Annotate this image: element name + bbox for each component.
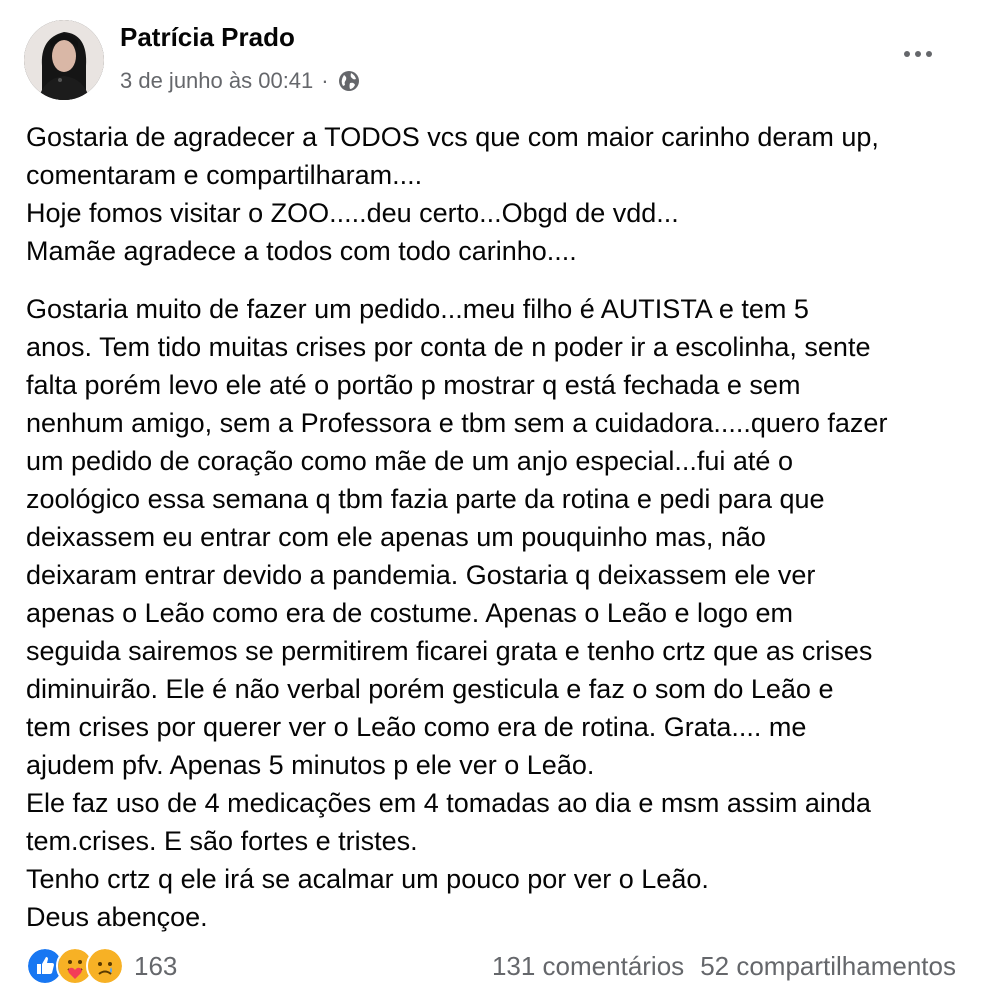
text-line: Tenho crtz q ele irá se acalmar um pouco… [26, 864, 709, 894]
text-line: Mamãe agradece a todos com todo carinho.… [26, 236, 577, 266]
post-text: Gostaria de agradecer a TODOS vcs que co… [26, 118, 966, 936]
text-line: apenas o Leão como era de costume. Apena… [26, 598, 794, 628]
text-line: falta porém levo ele até o portão p most… [26, 370, 801, 400]
text-line: zoológico essa semana q tbm fazia parte … [26, 484, 825, 514]
text-line: tem crises por querer ver o Leão como er… [26, 712, 807, 742]
shares-count-link[interactable]: 52 compartilhamentos [700, 951, 956, 982]
text-line: Gostaria muito de fazer um pedido...meu … [26, 294, 809, 324]
avatar[interactable] [24, 20, 104, 100]
more-dot [904, 51, 910, 57]
post-paragraph: Gostaria muito de fazer um pedido...meu … [26, 290, 966, 936]
text-line: Gostaria de agradecer a TODOS vcs que co… [26, 122, 879, 152]
reactions-summary[interactable]: 163 [26, 947, 177, 985]
post-timestamp[interactable]: 3 de junho às 00:41 [120, 68, 313, 94]
text-line: seguida sairemos se permitirem ficarei g… [26, 636, 873, 666]
text-line: comentaram e compartilharam.... [26, 160, 423, 190]
post-paragraph: Gostaria de agradecer a TODOS vcs que co… [26, 118, 966, 270]
reaction-count: 163 [134, 950, 178, 981]
text-line: deixassem eu entrar com ele apenas um po… [26, 522, 766, 552]
text-line: Hoje fomos visitar o ZOO.....deu certo..… [26, 198, 679, 228]
text-line: um pedido de coração como mãe de um anjo… [26, 446, 793, 476]
text-line: tem.crises. E são fortes e tristes. [26, 826, 418, 856]
globe-icon[interactable] [337, 69, 361, 93]
meta-separator: · [321, 68, 329, 93]
text-line: deixaram entrar devido a pandemia. Gosta… [26, 560, 816, 590]
more-dot [915, 51, 921, 57]
text-line: diminuirão. Ele é não verbal porém gesti… [26, 674, 834, 704]
text-line: Deus abençoe. [26, 902, 208, 932]
text-line: ajudem pfv. Apenas 5 minutos p ele ver o… [26, 750, 595, 780]
post-meta: 3 de junho às 00:41 · [120, 68, 361, 94]
text-line: anos. Tem tido muitas crises por conta d… [26, 332, 871, 362]
sad-icon [86, 947, 124, 985]
author-name[interactable]: Patrícia Prado [120, 22, 295, 53]
more-dot [926, 51, 932, 57]
more-options-icon[interactable] [900, 40, 936, 68]
post-stats: 131 comentários 52 compartilhamentos [492, 951, 956, 982]
post-footer: 163 131 comentários 52 compartilhamentos [26, 946, 956, 986]
reaction-icons [26, 947, 124, 985]
comments-count-link[interactable]: 131 comentários [492, 951, 684, 982]
text-line: nenhum amigo, sem a Professora e tbm sem… [26, 408, 888, 438]
text-line: Ele faz uso de 4 medicações em 4 tomadas… [26, 788, 871, 818]
